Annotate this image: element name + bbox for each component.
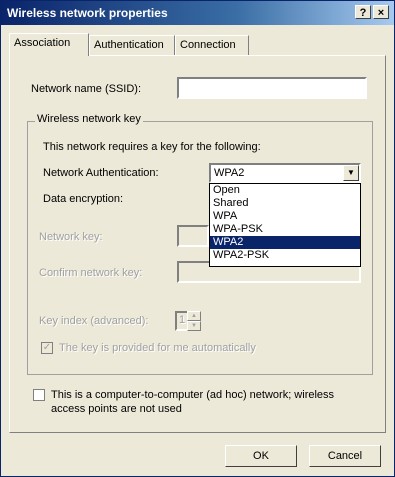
requires-key-text: This network requires a key for the foll… — [43, 141, 261, 153]
dialog-window: Wireless network properties ? × Associat… — [0, 0, 395, 477]
key-index-value: 1 — [179, 314, 186, 326]
auto-key-label: The key is provided for me automatically — [59, 342, 256, 354]
spin-down-icon[interactable]: ▼ — [187, 321, 201, 331]
adhoc-label-line1: This is a computer-to-computer (ad hoc) … — [51, 389, 335, 401]
auto-key-checkbox[interactable]: ✓ — [41, 342, 53, 354]
window-title: Wireless network properties — [7, 6, 168, 20]
close-button[interactable]: × — [373, 5, 389, 19]
adhoc-checkbox[interactable] — [33, 389, 45, 401]
auth-option-shared[interactable]: Shared — [210, 197, 360, 210]
tab-connection[interactable]: Connection — [175, 35, 249, 55]
auth-dropdown-list: Open Shared WPA WPA-PSK WPA2 WPA2-PSK — [209, 183, 361, 267]
adhoc-label-line2: access points are not used — [51, 403, 182, 415]
network-key-label: Network key: — [39, 231, 103, 243]
auth-option-open[interactable]: Open — [210, 184, 360, 197]
auth-select[interactable]: WPA2 ▼ — [209, 163, 361, 183]
network-key-input[interactable] — [177, 225, 209, 247]
auth-option-wpa2[interactable]: WPA2 — [210, 236, 360, 249]
spin-up-icon[interactable]: ▲ — [187, 311, 201, 321]
ssid-label: Network name (SSID): — [31, 83, 142, 95]
help-button[interactable]: ? — [355, 5, 371, 19]
cancel-button[interactable]: Cancel — [309, 445, 381, 467]
ok-button[interactable]: OK — [225, 445, 297, 467]
auth-option-wpa-psk[interactable]: WPA-PSK — [210, 223, 360, 236]
auth-option-wpa[interactable]: WPA — [210, 210, 360, 223]
tab-association[interactable]: Association — [9, 33, 89, 56]
encryption-label: Data encryption: — [43, 193, 124, 205]
confirm-key-label: Confirm network key: — [39, 267, 143, 279]
auth-label: Network Authentication: — [43, 167, 159, 179]
tab-authentication[interactable]: Authentication — [89, 35, 175, 55]
auth-select-value: WPA2 — [214, 167, 245, 179]
auth-option-wpa2-psk[interactable]: WPA2-PSK — [210, 249, 360, 262]
ssid-input[interactable] — [177, 77, 367, 99]
title-bar: Wireless network properties ? × — [1, 1, 394, 25]
wireless-key-group-label: Wireless network key — [35, 113, 143, 125]
chevron-down-icon[interactable]: ▼ — [343, 165, 359, 181]
key-index-label: Key index (advanced): — [39, 315, 149, 327]
